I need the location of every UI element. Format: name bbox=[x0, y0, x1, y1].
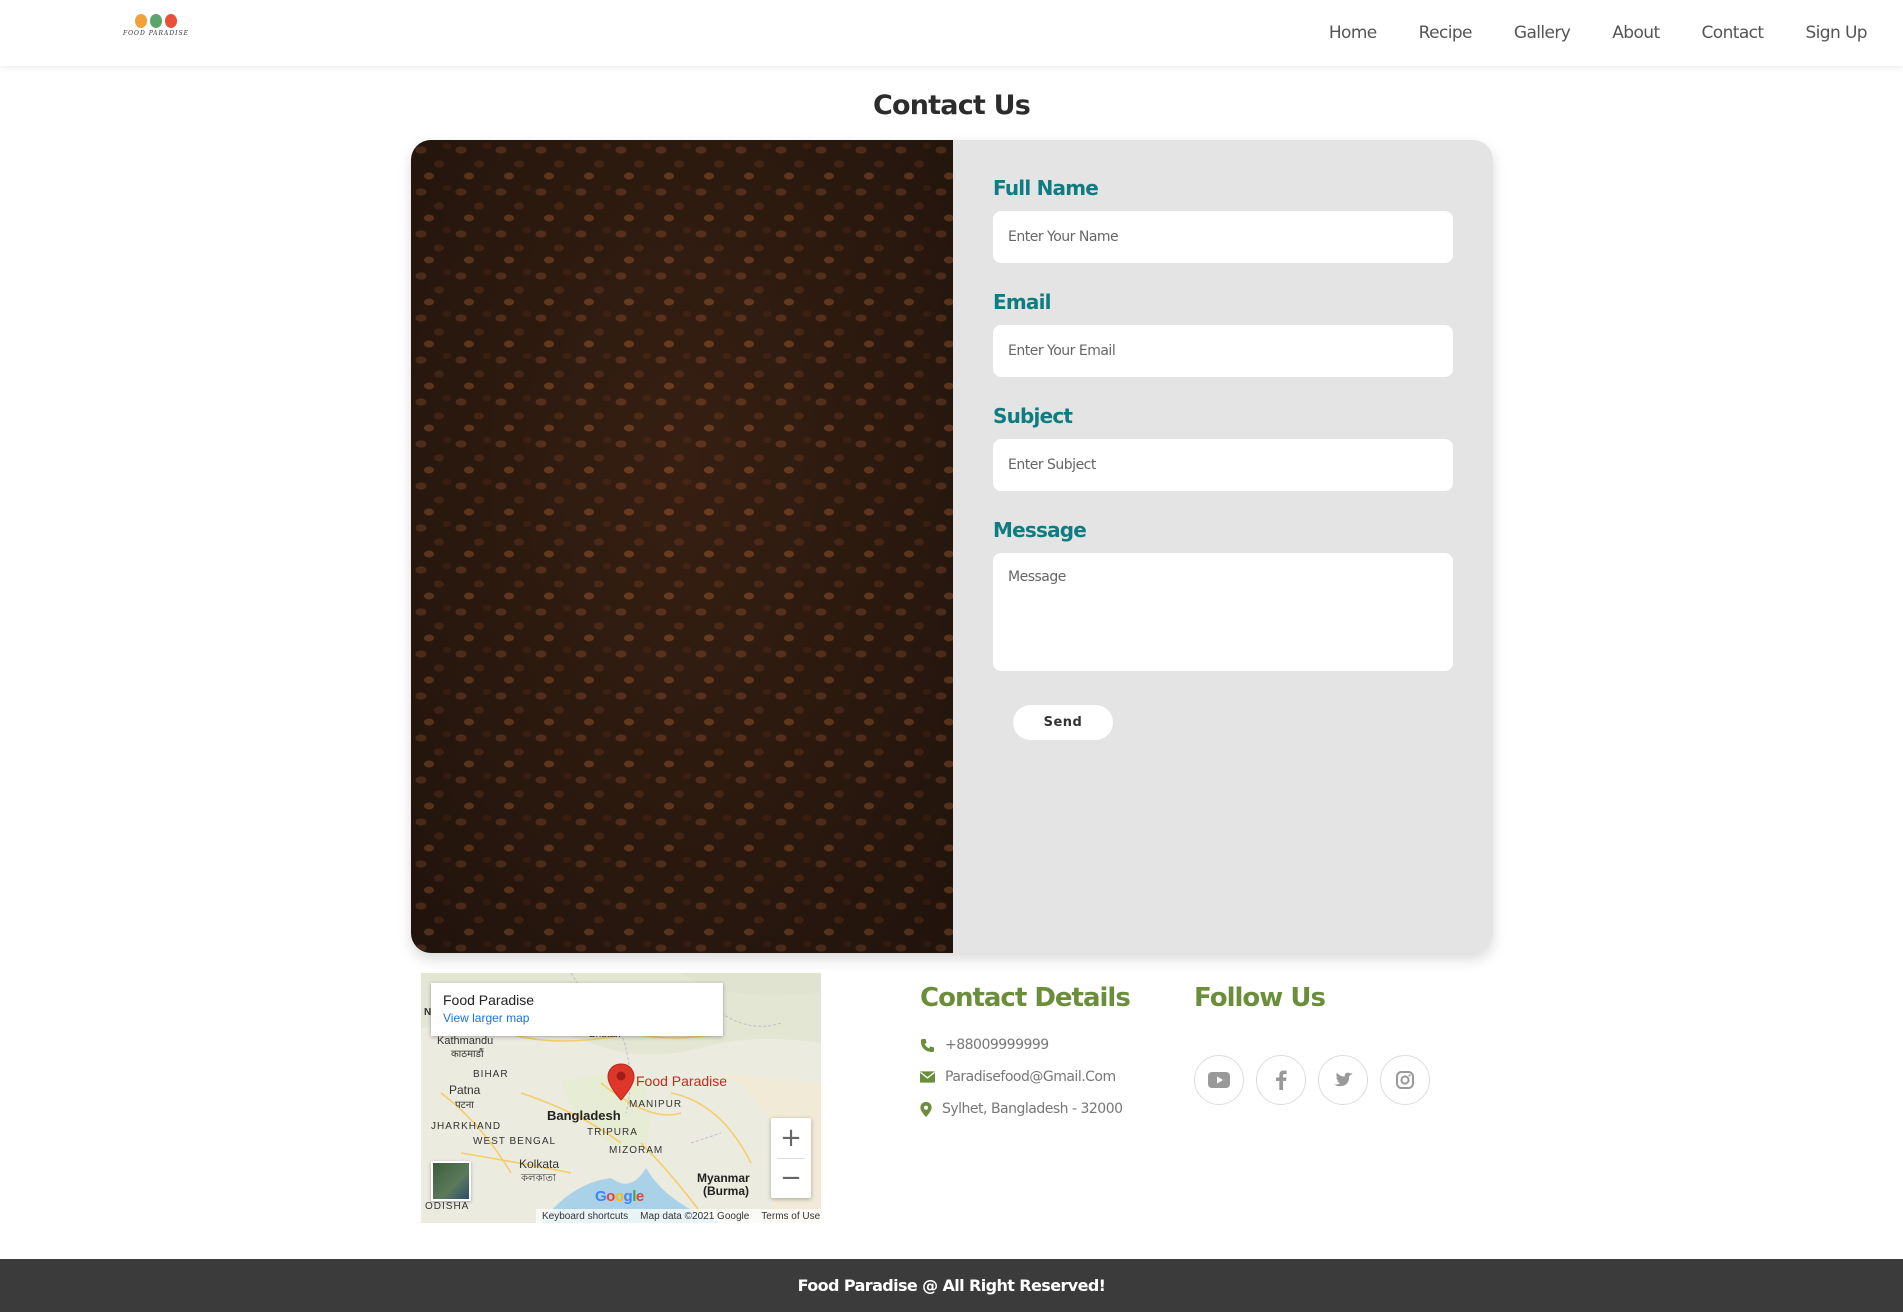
instagram-icon bbox=[1396, 1071, 1414, 1089]
email-input[interactable] bbox=[993, 325, 1453, 377]
email-text: Paradisefood@Gmail.Com bbox=[945, 1069, 1116, 1085]
map-label-patna: Patna bbox=[449, 1083, 481, 1097]
map-label-kolkata: Kolkata bbox=[519, 1157, 560, 1171]
map-label-west-bengal: WEST BENGAL bbox=[473, 1136, 557, 1147]
map-label-mizoram: MIZORAM bbox=[609, 1145, 664, 1156]
site-footer: Food Paradise @ All Right Reserved! bbox=[0, 1259, 1903, 1312]
footer-copyright: Food Paradise @ All Right Reserved! bbox=[797, 1276, 1106, 1295]
page-title: Contact Us bbox=[872, 90, 1031, 121]
map-label-kathmandu-local: काठमाडौं bbox=[451, 1049, 484, 1060]
zoom-out-button[interactable]: − bbox=[771, 1158, 811, 1198]
navbar: FOOD PARADISE Home Recipe Gallery About … bbox=[0, 0, 1903, 66]
subject-input[interactable] bbox=[993, 439, 1453, 491]
map-place-name: Food Paradise bbox=[443, 992, 535, 1008]
logo-dot-green bbox=[150, 14, 162, 28]
facebook-button[interactable] bbox=[1256, 1055, 1306, 1105]
map-label-odisha: ODISHA bbox=[425, 1201, 470, 1212]
satellite-toggle[interactable] bbox=[431, 1161, 471, 1201]
map-label-bangladesh: Bangladesh bbox=[547, 1108, 621, 1123]
map-label-jharkhand: JHARKHAND bbox=[431, 1121, 502, 1132]
youtube-icon bbox=[1208, 1072, 1230, 1088]
terms-of-use-link[interactable]: Terms of Use bbox=[761, 1211, 820, 1222]
contact-details-title: Contact Details bbox=[920, 983, 1131, 1013]
message-textarea[interactable] bbox=[993, 553, 1453, 671]
map-data-text: Map data ©2021 Google bbox=[640, 1210, 750, 1222]
follow-us-title: Follow Us bbox=[1194, 983, 1326, 1013]
map-label-bihar: BIHAR bbox=[473, 1069, 509, 1080]
envelope-icon bbox=[920, 1071, 935, 1083]
nav-about[interactable]: About bbox=[1612, 23, 1660, 43]
zoom-in-button[interactable]: + bbox=[771, 1118, 811, 1158]
map-label-tripura: TRIPURA bbox=[587, 1127, 638, 1138]
keyboard-shortcuts-link[interactable]: Keyboard shortcuts bbox=[542, 1211, 628, 1222]
twitter-icon bbox=[1334, 1072, 1353, 1086]
full-name-input[interactable] bbox=[993, 211, 1453, 263]
nav-gallery[interactable]: Gallery bbox=[1514, 23, 1571, 43]
map-pin-icon[interactable] bbox=[606, 1062, 636, 1102]
map-label-manipur: MANIPUR bbox=[629, 1099, 683, 1110]
map-footer: Keyboard shortcuts Map data ©2021 Google… bbox=[536, 1209, 821, 1223]
address-detail: Sylhet, Bangladesh - 32000 bbox=[920, 1101, 1123, 1117]
map-label-myanmar: Myanmar bbox=[697, 1171, 750, 1185]
facebook-icon bbox=[1276, 1070, 1287, 1090]
youtube-button[interactable] bbox=[1194, 1055, 1244, 1105]
logo-dot-red bbox=[165, 14, 177, 28]
coffee-beans-image bbox=[411, 140, 953, 953]
email-detail: Paradisefood@Gmail.Com bbox=[920, 1069, 1116, 1085]
full-name-label: Full Name bbox=[993, 176, 1099, 200]
map-zoom-control: + − bbox=[771, 1118, 811, 1198]
address-text: Sylhet, Bangladesh - 32000 bbox=[942, 1101, 1123, 1117]
send-button[interactable]: Send bbox=[1013, 705, 1113, 740]
phone-icon bbox=[920, 1038, 935, 1052]
google-map[interactable]: Kathmandu काठमाडौं N Bhutan BIHAR Patna … bbox=[421, 973, 821, 1223]
logo-mark bbox=[122, 14, 190, 28]
logo-dot-orange bbox=[135, 14, 147, 28]
view-larger-map-link[interactable]: View larger map bbox=[443, 1011, 711, 1025]
map-label-kolkata-local: কলকাতা bbox=[521, 1173, 556, 1184]
email-label: Email bbox=[993, 290, 1052, 314]
map-info-card: Food Paradise View larger map bbox=[431, 983, 723, 1036]
contact-card: Full Name Email Subject Message Send bbox=[411, 140, 1493, 953]
map-label-patna-local: पटना bbox=[455, 1100, 474, 1111]
map-label-burma: (Burma) bbox=[703, 1184, 750, 1198]
nav-sign-up[interactable]: Sign Up bbox=[1805, 23, 1867, 43]
main-nav: Home Recipe Gallery About Contact Sign U… bbox=[1329, 0, 1868, 66]
map-pin-label: Food Paradise bbox=[636, 1073, 728, 1089]
nav-contact[interactable]: Contact bbox=[1702, 23, 1765, 43]
google-logo: Google bbox=[595, 1188, 644, 1205]
twitter-button[interactable] bbox=[1318, 1055, 1368, 1105]
phone-detail: +88009999999 bbox=[920, 1037, 1049, 1053]
nav-recipe[interactable]: Recipe bbox=[1419, 23, 1473, 43]
nav-home[interactable]: Home bbox=[1329, 23, 1377, 43]
logo-text: FOOD PARADISE bbox=[122, 30, 190, 37]
instagram-button[interactable] bbox=[1380, 1055, 1430, 1105]
subject-label: Subject bbox=[993, 404, 1073, 428]
location-pin-icon bbox=[920, 1101, 932, 1117]
phone-text: +88009999999 bbox=[945, 1037, 1049, 1053]
brand-logo[interactable]: FOOD PARADISE bbox=[122, 14, 190, 44]
message-label: Message bbox=[993, 518, 1087, 542]
